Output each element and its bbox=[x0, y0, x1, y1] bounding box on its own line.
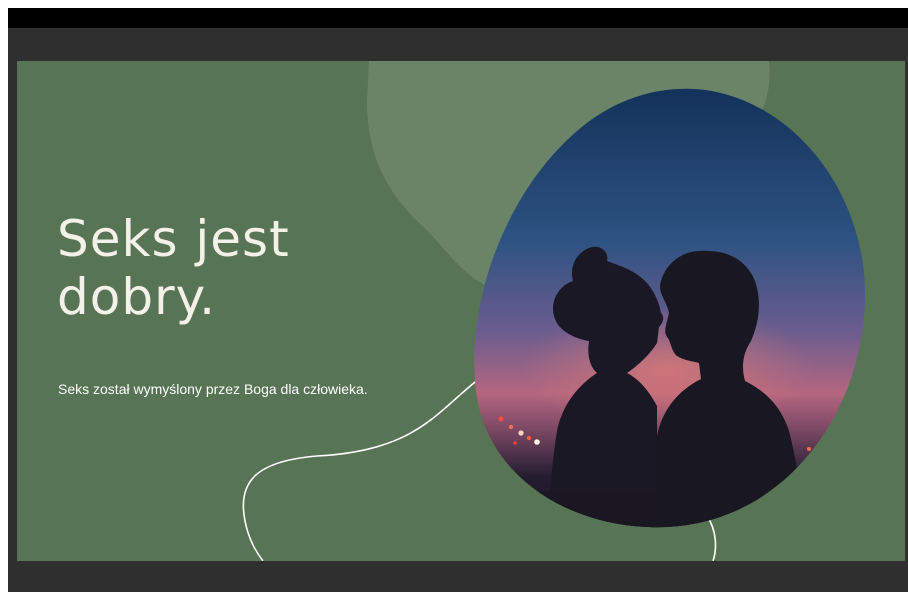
slide-subtitle: Seks został wymyślony przez Boga dla czł… bbox=[58, 381, 368, 397]
decorative-line-end bbox=[706, 515, 717, 561]
presentation-viewer: Seks jest dobry. Seks został wymyślony p… bbox=[8, 8, 908, 592]
slide-title-line-1: Seks jest bbox=[57, 210, 290, 268]
viewer-top-bar bbox=[8, 8, 908, 28]
slide-title-line-2: dobry. bbox=[57, 267, 216, 326]
slide-title: Seks jest dobry. bbox=[57, 210, 437, 326]
decorative-line bbox=[242, 378, 480, 561]
slide[interactable]: Seks jest dobry. Seks został wymyślony p… bbox=[17, 61, 905, 561]
